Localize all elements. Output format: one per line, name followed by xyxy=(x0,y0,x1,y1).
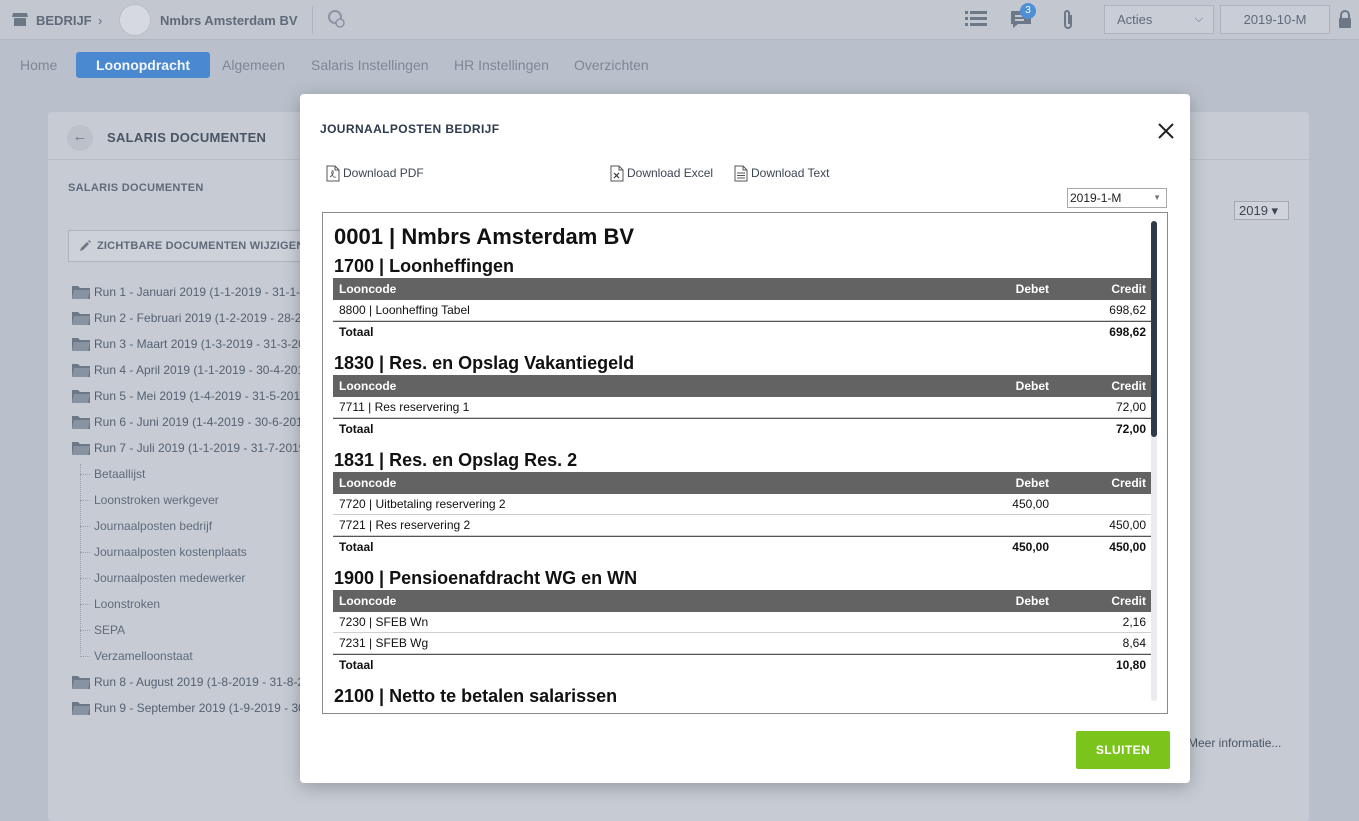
journal-report[interactable]: 0001 | Nmbrs Amsterdam BV 1700 | Loonhef… xyxy=(322,212,1168,714)
report-company-title: 0001 | Nmbrs Amsterdam BV xyxy=(334,224,635,249)
breadcrumb-root[interactable]: BEDRIJF xyxy=(36,0,92,40)
table-row: 7720 | Uitbetaling reservering 2 450,00 xyxy=(333,494,1151,515)
tree-run-5[interactable]: Run 5 - Mei 2019 (1-4-2019 - 31-5-2019) xyxy=(70,386,330,406)
tree-doc-loonstroken[interactable]: Loonstroken xyxy=(94,594,160,614)
pencil-icon xyxy=(80,240,91,251)
scrollbar-thumb[interactable] xyxy=(1151,221,1157,437)
tree-run-6[interactable]: Run 6 - Juni 2019 (1-4-2019 - 30-6-2019) xyxy=(70,412,330,432)
folder-icon xyxy=(72,676,90,689)
table-total-row: Totaal 698,62 xyxy=(333,321,1151,342)
tree-doc-loonstroken-werkgever[interactable]: Loonstroken werkgever xyxy=(94,490,219,510)
journal-entries-modal: JOURNAALPOSTEN BEDRIJF Download PDF Down… xyxy=(300,94,1190,783)
table-header: Looncode Debet Credit xyxy=(333,590,1151,612)
text-file-icon xyxy=(734,165,748,181)
tab-algemeen[interactable]: Algemeen xyxy=(222,52,285,78)
dropdown-arrow-icon: ▼ xyxy=(1153,193,1161,202)
tree-run-2[interactable]: Run 2 - Februari 2019 (1-2-2019 - 28-2-2… xyxy=(70,308,330,328)
section-title: 1900 | Pensioenafdracht WG en WN xyxy=(334,568,638,588)
tab-overzichten[interactable]: Overzichten xyxy=(574,52,649,78)
actions-label: Acties xyxy=(1117,12,1153,27)
download-pdf-link[interactable]: Download PDF xyxy=(326,164,424,182)
location-settings-icon[interactable] xyxy=(326,9,346,29)
period-selector[interactable]: 2019-10-M xyxy=(1220,5,1330,34)
breadcrumb-separator: › xyxy=(98,12,103,28)
excel-file-icon xyxy=(610,165,624,181)
tree-doc-verzamelloonstaat[interactable]: Verzamelloonstaat xyxy=(94,646,193,666)
table-header: Looncode Debet Credit xyxy=(333,472,1151,494)
tab-hr-instellingen[interactable]: HR Instellingen xyxy=(454,52,549,78)
tree-run-8[interactable]: Run 8 - August 2019 (1-8-2019 - 31-8-201… xyxy=(70,672,330,692)
more-info-link[interactable]: Meer informatie... xyxy=(1188,736,1281,750)
main-nav: Home Loonopdracht Algemeen Salaris Inste… xyxy=(0,41,1359,87)
divider xyxy=(312,6,313,34)
table-row: 7711 | Res reservering 1 72,00 xyxy=(333,397,1151,418)
top-bar: BEDRIJF › Nmbrs Amsterdam BV 3 Acties ⌵ 2… xyxy=(0,0,1359,40)
folder-icon xyxy=(72,390,90,403)
folder-icon xyxy=(72,416,90,429)
tab-home[interactable]: Home xyxy=(20,52,57,78)
tree-doc-sepa[interactable]: SEPA xyxy=(94,620,125,640)
download-text-link[interactable]: Download Text xyxy=(734,164,830,182)
tree-run-4[interactable]: Run 4 - April 2019 (1-1-2019 - 30-4-2019… xyxy=(70,360,330,380)
folder-icon xyxy=(72,312,90,325)
tree-run-7[interactable]: Run 7 - Juli 2019 (1-1-2019 - 31-7-2019) xyxy=(70,438,330,458)
table-header: Looncode Debet Credit xyxy=(333,375,1151,397)
section-title: 1830 | Res. en Opslag Vakantiegeld xyxy=(334,353,635,373)
company-avatar xyxy=(119,4,151,36)
folder-open-icon xyxy=(72,442,90,455)
pdf-file-icon xyxy=(326,165,340,181)
section-title: 1831 | Res. en Opslag Res. 2 xyxy=(334,450,578,470)
section-title: 1700 | Loonheffingen xyxy=(334,256,515,276)
folder-icon xyxy=(72,702,90,715)
close-icon[interactable] xyxy=(1157,122,1175,140)
chevron-down-icon: ⌵ xyxy=(1194,13,1203,25)
tree-doc-journaalposten-medewerker[interactable]: Journaalposten medewerker xyxy=(94,568,245,588)
period-select[interactable]: 2019-1-M ▼ xyxy=(1067,188,1167,208)
panel-title: SALARIS DOCUMENTEN xyxy=(107,130,267,145)
table-total-row: Totaal 10,80 xyxy=(333,654,1151,675)
lock-icon[interactable] xyxy=(1338,10,1352,28)
table-total-row: Totaal 72,00 xyxy=(333,418,1151,439)
tab-salaris-instellingen[interactable]: Salaris Instellingen xyxy=(311,52,429,78)
tree-doc-journaalposten-kostenplaats[interactable]: Journaalposten kostenplaats xyxy=(94,542,247,562)
modal-title: JOURNAALPOSTEN BEDRIJF xyxy=(320,122,500,136)
store-icon xyxy=(12,13,28,26)
tree-doc-betaallijst[interactable]: Betaallijst xyxy=(94,464,145,484)
year-select[interactable]: 2019 ▾ xyxy=(1234,201,1289,220)
tree-run-3[interactable]: Run 3 - Maart 2019 (1-3-2019 - 31-3-2019… xyxy=(70,334,330,354)
table-total-row: Totaal 450,00 450,00 xyxy=(333,536,1151,557)
folder-icon xyxy=(72,286,90,299)
table-row: 7230 | SFEB Wn 2,16 xyxy=(333,612,1151,633)
folder-icon xyxy=(72,364,90,377)
table-row: 7721 | Res reservering 2 450,00 xyxy=(333,515,1151,536)
table-row: 8800 | Loonheffing Tabel 698,62 xyxy=(333,300,1151,321)
tab-loonopdracht[interactable]: Loonopdracht xyxy=(76,52,211,78)
close-button[interactable]: SLUITEN xyxy=(1076,731,1170,769)
tree-doc-journaalposten-bedrijf[interactable]: Journaalposten bedrijf xyxy=(94,516,212,536)
tree-run-9[interactable]: Run 9 - September 2019 (1-9-2019 - 30-9-… xyxy=(70,698,330,718)
download-excel-link[interactable]: Download Excel xyxy=(610,164,713,182)
folder-icon xyxy=(72,338,90,351)
actions-dropdown[interactable]: Acties ⌵ xyxy=(1104,5,1214,34)
notification-badge: 3 xyxy=(1020,3,1036,19)
tree-run-1[interactable]: Run 1 - Januari 2019 (1-1-2019 - 31-1-20… xyxy=(70,282,330,302)
edit-button-label: ZICHTBARE DOCUMENTEN WIJZIGEN xyxy=(97,240,305,252)
edit-visible-documents-button[interactable]: ZICHTBARE DOCUMENTEN WIJZIGEN xyxy=(68,230,308,262)
back-arrow-icon[interactable]: ← xyxy=(67,125,93,151)
paperclip-icon[interactable] xyxy=(1060,9,1076,31)
section-title: 2100 | Netto te betalen salarissen xyxy=(334,686,618,706)
list-icon[interactable] xyxy=(965,10,987,28)
breadcrumb-company[interactable]: Nmbrs Amsterdam BV xyxy=(160,0,298,40)
section-label: SALARIS DOCUMENTEN xyxy=(68,182,204,194)
table-header: Looncode Debet Credit xyxy=(333,278,1151,300)
table-row: 7231 | SFEB Wg 8,64 xyxy=(333,633,1151,654)
